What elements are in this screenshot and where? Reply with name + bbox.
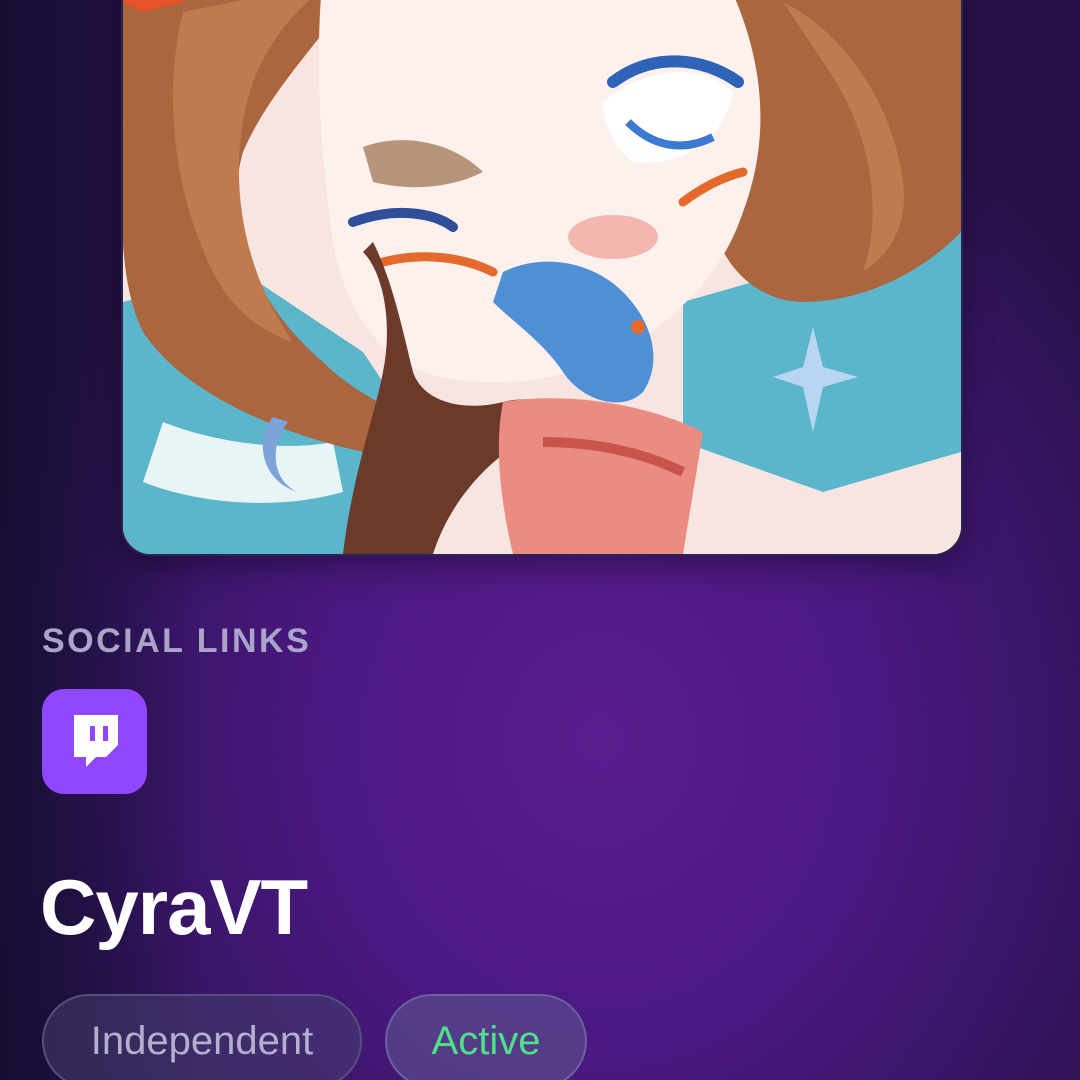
affiliation-badge: Independent xyxy=(42,994,362,1080)
profile-display-name: CyraVT xyxy=(40,863,308,951)
twitch-icon xyxy=(73,714,118,767)
avatar-artwork xyxy=(123,0,961,554)
twitch-link-button[interactable] xyxy=(42,689,147,794)
status-badge: Active xyxy=(385,994,587,1080)
social-links-label: SOCIAL LINKS xyxy=(42,622,312,660)
avatar xyxy=(121,0,963,556)
